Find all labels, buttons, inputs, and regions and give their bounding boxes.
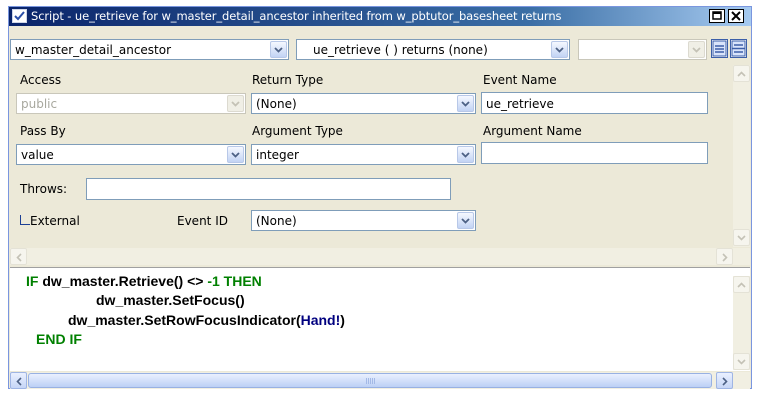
event-id-combo-value: (None) [256, 214, 297, 228]
event-name-field[interactable]: ue_retrieve [481, 92, 708, 114]
event-name-label: Event Name [483, 73, 557, 87]
throws-label: Throws: [20, 182, 68, 196]
keyword-then: THEN [219, 273, 262, 289]
chevron-down-icon[interactable] [457, 212, 474, 229]
chevron-down-icon[interactable] [270, 41, 287, 58]
return-type-label: Return Type [252, 73, 324, 87]
return-type-combo[interactable]: (None) [251, 93, 476, 114]
code-constant: Hand! [300, 312, 341, 328]
scroll-left-icon[interactable] [10, 248, 27, 265]
argument-type-combo-value: integer [256, 148, 299, 162]
grip-icon [366, 378, 375, 384]
return-type-combo-value: (None) [256, 97, 297, 111]
keyword-if: IF [26, 273, 43, 289]
chevron-down-icon[interactable] [457, 146, 474, 163]
split-view-icon[interactable] [730, 39, 747, 58]
scroll-up-icon[interactable] [733, 276, 750, 293]
external-label: External [30, 214, 80, 228]
horizontal-scroll-thumb[interactable] [28, 373, 712, 388]
access-combo-value: public [21, 97, 58, 111]
prototype-view-icon[interactable] [711, 39, 728, 58]
ancestor-combo [578, 39, 707, 60]
event-id-label: Event ID [177, 214, 228, 228]
code-paren: ) [340, 312, 345, 328]
code-line-4: END IF [36, 331, 82, 347]
editor-horizontal-scrollbar[interactable] [10, 372, 750, 389]
pass-by-combo-value: value [21, 148, 54, 162]
scroll-right-icon[interactable] [716, 372, 733, 389]
event-name-value: ue_retrieve [486, 97, 554, 111]
access-label: Access [20, 73, 62, 87]
scroll-left-icon[interactable] [10, 372, 27, 389]
argument-name-label: Argument Name [483, 124, 582, 138]
chevron-down-icon [227, 95, 244, 112]
title-bar[interactable]: Script - ue_retrieve for w_master_detail… [9, 7, 751, 26]
pass-by-label: Pass By [20, 124, 66, 138]
code-call: dw_master.SetRowFocusIndicator( [68, 312, 301, 328]
scroll-down-icon[interactable] [733, 229, 750, 246]
window-title: Script - ue_retrieve for w_master_detail… [31, 9, 562, 23]
throws-field[interactable] [86, 178, 451, 200]
object-combo-value: w_master_detail_ancestor [15, 43, 172, 57]
scroll-right-icon[interactable] [716, 248, 733, 265]
script-icon [12, 9, 27, 23]
code-line-1: IF dw_master.Retrieve() <> -1 THEN [26, 273, 262, 289]
argument-name-field[interactable] [481, 142, 708, 164]
chevron-down-icon[interactable] [551, 41, 568, 58]
prototype-vertical-scrollbar[interactable] [733, 65, 750, 247]
close-icon[interactable] [728, 9, 744, 23]
argument-type-label: Argument Type [252, 124, 343, 138]
scroll-down-icon[interactable] [733, 353, 750, 370]
event-combo-value: ue_retrieve ( ) returns (none) [313, 43, 488, 57]
script-editor[interactable]: IF dw_master.Retrieve() <> -1 THEN dw_ma… [10, 267, 750, 371]
event-id-combo[interactable]: (None) [251, 210, 476, 231]
editor-vertical-scrollbar[interactable] [733, 276, 750, 370]
chevron-down-icon[interactable] [457, 95, 474, 112]
object-combo[interactable]: w_master_detail_ancestor [10, 39, 289, 60]
restore-icon[interactable] [709, 9, 725, 23]
code-number: -1 [207, 273, 220, 289]
external-checkbox[interactable] [20, 215, 30, 225]
event-combo[interactable]: ue_retrieve ( ) returns (none) [296, 39, 570, 60]
code-line-3: dw_master.SetRowFocusIndicator(Hand!) [68, 312, 345, 328]
scroll-up-icon[interactable] [733, 65, 750, 82]
code-expr: dw_master.Retrieve() <> [42, 273, 208, 289]
chevron-down-icon[interactable] [227, 146, 244, 163]
access-combo: public [16, 93, 246, 114]
code-line-2: dw_master.SetFocus() [96, 292, 245, 308]
pass-by-combo[interactable]: value [16, 144, 246, 165]
argument-type-combo[interactable]: integer [251, 144, 476, 165]
script-window: Script - ue_retrieve for w_master_detail… [8, 6, 752, 389]
prototype-horizontal-scrollbar[interactable] [10, 248, 750, 265]
chevron-down-icon [688, 41, 705, 58]
